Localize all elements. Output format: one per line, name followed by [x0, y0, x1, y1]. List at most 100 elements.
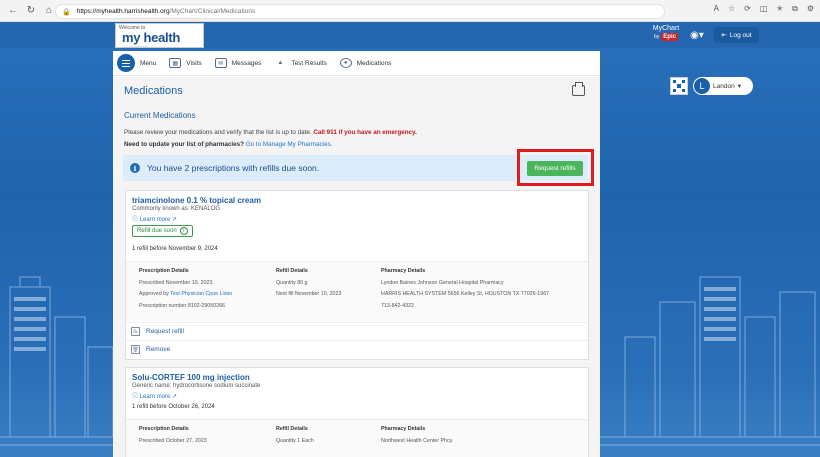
menu-button[interactable]: Menu: [113, 54, 156, 72]
profile-icon[interactable]: ⚙: [807, 4, 814, 14]
emergency-warning: Call 911 if you have an emergency.: [313, 129, 417, 136]
prescription-number: Prescription number 8102-29050266: [139, 302, 225, 309]
chevron-down-icon: ▾: [737, 83, 741, 90]
prescription-details: Prescription Details Prescribed October …: [139, 424, 207, 447]
read-aloud-icon[interactable]: A: [714, 4, 719, 14]
pharmacy-header: Pharmacy Details: [381, 268, 426, 274]
language-globe-icon[interactable]: ◉▾: [690, 30, 704, 41]
menu-item-label: Visits: [186, 59, 202, 67]
main-container: Menu ▦ Visits ✉ Messages ▲ Test Results …: [113, 51, 600, 457]
myhealth-logo[interactable]: Welcome to my health —————: [115, 23, 204, 48]
content-area: Medications Current Medications Please r…: [113, 77, 600, 457]
prescription-header: Prescription Details: [139, 426, 189, 432]
pharmacy-header: Pharmacy Details: [381, 426, 426, 432]
review-instructions: Please review your medications and verif…: [124, 129, 312, 136]
quantity: Quantity 1 Each: [276, 437, 314, 444]
menu-bar: Menu ▦ Visits ✉ Messages ▲ Test Results …: [113, 51, 600, 76]
collections-icon[interactable]: ⧉: [792, 4, 798, 14]
menu-label: Menu: [140, 59, 157, 67]
epic-logo: Epic: [661, 33, 678, 41]
hamburger-icon: [117, 54, 135, 72]
lock-icon: 🔒: [62, 8, 71, 16]
medication-name[interactable]: triamcinolone 0.1 % topical cream: [132, 196, 261, 205]
flask-icon: ▲: [277, 60, 284, 66]
banner-text: You have 2 prescriptions with refills du…: [147, 163, 320, 173]
envelope-icon: ✉: [214, 58, 227, 68]
info-circle-icon: ⓘ: [132, 394, 139, 400]
qr-code-icon[interactable]: [670, 77, 688, 95]
request-refill-label: Request refill: [146, 328, 184, 335]
calendar-icon: ▦: [169, 58, 182, 68]
logo-name: my health: [122, 30, 180, 45]
medication-known-as: Generic name: hydrocortisone sodium succ…: [132, 383, 261, 389]
approved-by-link[interactable]: Test Physician Cpoe Lister: [170, 291, 232, 297]
refresh-extension-icon[interactable]: ⟳: [744, 4, 751, 14]
pharmacy-address: HARRIS HEALTH SYSTEM 5656 Kelley St, HOU…: [381, 291, 550, 297]
external-link-icon: ↗: [172, 217, 178, 223]
learn-more-link[interactable]: ⓘ Learn more ↗: [132, 391, 177, 400]
info-icon: i: [130, 163, 140, 173]
medication-details: Prescription Details Prescribed October …: [126, 419, 588, 457]
browser-actions: A ☆ ⟳ ◫ ✭ ⧉ ⚙: [714, 4, 814, 14]
medication-name[interactable]: Solu-CORTEF 100 mg injection: [132, 373, 250, 382]
url-domain: https://myhealth.harrishealth.org: [76, 8, 170, 15]
user-area: L Landon ▾: [670, 77, 753, 95]
info-circle-icon: ⓘ: [132, 217, 139, 223]
trash-icon: 🗑: [131, 345, 140, 354]
mychart-logo: MyChart by Epic: [650, 25, 682, 45]
favorite-star-icon[interactable]: ☆: [728, 4, 735, 14]
learn-more-label: Learn more: [139, 217, 171, 223]
menu-item-label: Messages: [231, 59, 262, 67]
quantity: Quantity 80 g: [276, 279, 308, 286]
menu-item-messages[interactable]: ✉ Messages: [214, 58, 262, 68]
pharmacy-name: Northwest Health Center Phcy.: [381, 437, 454, 444]
pharmacy-name: Lyndon Baines Johnson General Hospital P…: [381, 279, 504, 286]
external-link-icon: ↗: [172, 394, 178, 400]
learn-more-label: Learn more: [139, 394, 171, 400]
pharmacy-question: Need to update your list of pharmacies?: [124, 141, 245, 148]
pharmacy-details: Pharmacy Details Lyndon Baines Johnson G…: [381, 266, 549, 312]
logout-button[interactable]: ⇤ Log out: [714, 27, 759, 43]
refill-header: Refill Details: [276, 426, 308, 432]
mychart-label: MyChart: [652, 25, 680, 32]
pharmacy-prompt: Need to update your list of pharmacies? …: [124, 141, 333, 148]
address-bar[interactable]: 🔒 https://myhealth.harrishealth.org /MyC…: [55, 4, 665, 19]
pills-icon: ●: [339, 58, 352, 68]
medication-known-as: Commonly known as: KENALOG: [132, 206, 221, 212]
info-circle-icon[interactable]: i: [179, 227, 188, 235]
user-name: Landon: [713, 82, 735, 90]
next-fill: Next fill November 10, 2023: [276, 291, 342, 297]
favorites-icon[interactable]: ✭: [776, 4, 783, 14]
reload-icon[interactable]: ↻: [22, 2, 40, 20]
approved-by-label: Approved by: [139, 291, 169, 297]
page-background: Welcome to my health ————— MyChart by Ep…: [0, 22, 820, 457]
split-screen-icon[interactable]: ◫: [760, 4, 768, 14]
url-path: /MyChart/Clinical/Medications: [169, 8, 256, 15]
user-menu-button[interactable]: L Landon ▾: [693, 77, 753, 95]
menu-item-label: Medications: [356, 59, 392, 67]
refill-before: 1 refill before November 9, 2024: [132, 246, 218, 252]
refill-header: Refill Details: [276, 268, 308, 274]
learn-more-link[interactable]: ⓘ Learn more ↗: [132, 214, 177, 223]
medication-card: Solu-CORTEF 100 mg injection Generic nam…: [125, 367, 589, 457]
refill-details: Refill Details Quantity 1 Each: [276, 424, 314, 447]
prescribed-date: Prescribed October 27, 2023: [139, 437, 207, 444]
manage-pharmacies-link[interactable]: Go to Manage My Pharmacies.: [246, 141, 333, 148]
page-title: Medications: [124, 85, 183, 97]
site-header: Welcome to my health ————— MyChart by Ep…: [0, 22, 820, 48]
medication-details: Prescription Details Prescribed November…: [126, 261, 588, 321]
approved-by: Approved by Test Physician Cpoe Lister: [139, 289, 233, 301]
remove-action[interactable]: 🗑 Remove: [126, 340, 588, 358]
refill-before: 1 refill before October 26, 2024: [132, 404, 215, 410]
request-refill-action[interactable]: ℞ Request refill: [126, 322, 588, 340]
menu-item-medications[interactable]: ● Medications: [339, 58, 392, 68]
logo-tagline-decoration: —————: [130, 44, 148, 48]
back-arrow-icon[interactable]: ←: [4, 2, 22, 20]
section-title: Current Medications: [124, 111, 196, 120]
refill-details: Refill Details Quantity 80 g Next fill N…: [276, 266, 341, 301]
menu-item-test-results[interactable]: ▲ Test Results: [274, 58, 326, 68]
refill-due-badge: Refill due soon i: [132, 225, 193, 237]
review-text: Please review your medications and verif…: [124, 129, 417, 136]
print-icon[interactable]: [572, 82, 585, 96]
menu-item-visits[interactable]: ▦ Visits: [169, 58, 202, 68]
